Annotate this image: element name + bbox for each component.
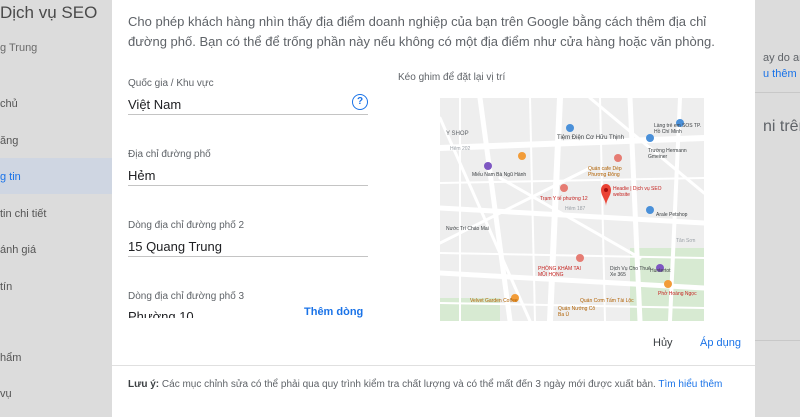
note-text: Các mục chỉnh sửa có thể phải qua quy tr… bbox=[159, 379, 659, 390]
street3-field[interactable]: Dòng địa chỉ đường phố 3 bbox=[128, 291, 368, 302]
map-place-label: Hẻm 187 bbox=[565, 206, 586, 212]
background-divider bbox=[755, 92, 800, 93]
background-right-panel: ay do anh u thêm ni trên G bbox=[755, 0, 800, 417]
learn-more-link[interactable]: Tìm hiểu thêm bbox=[658, 379, 722, 390]
map-place-label: Nước Trí Cháo Mai bbox=[446, 226, 489, 232]
map-place-label: Tân Sơn bbox=[676, 238, 696, 244]
address-dialog: Cho phép khách hàng nhìn thấy địa điểm d… bbox=[112, 0, 755, 417]
help-icon[interactable]: ? bbox=[352, 94, 368, 110]
map-place-label: Tiệm Điện Cơ Hữu Thịnh bbox=[557, 135, 624, 141]
background-right-text: ay do anh bbox=[763, 52, 800, 64]
street-label: Địa chỉ đường phố bbox=[128, 149, 211, 160]
background-divider bbox=[755, 340, 800, 341]
map-place-label: Arale Petshop bbox=[656, 212, 688, 218]
dialog-footer-note: Lưu ý: Các mục chỉnh sửa có thể phải qua… bbox=[128, 378, 728, 392]
background-business-title: Dịch vụ SEO bbox=[0, 3, 98, 22]
map-place-label: Quán Nướng Cô Ba Ù bbox=[558, 306, 596, 318]
cancel-button[interactable]: Hủy bbox=[653, 337, 673, 349]
map-place-label: Hẻm 202 bbox=[450, 146, 471, 152]
map-place-label: PHÒNG KHÁM TAI MŨI HỌNG bbox=[538, 266, 581, 278]
sidebar-item-insights[interactable]: tin chi tiết bbox=[0, 208, 46, 220]
street2-value[interactable]: 15 Quang Trung bbox=[128, 239, 222, 254]
sidebar-item-services[interactable]: vụ bbox=[0, 388, 12, 400]
map-place-label: Headie | Dịch vụ SEO website bbox=[613, 186, 662, 198]
map-hint: Kéo ghim để đặt lại vị trí bbox=[398, 72, 506, 83]
field-underline bbox=[128, 114, 368, 115]
map-place-label: Quán cafe Dèp Phương Đông bbox=[588, 166, 622, 178]
map-place-label: Dịch Vụ Cho Thuê Xe 365 bbox=[610, 266, 651, 278]
map-place-label: Làng trẻ em SOS TP. Hồ Chí Minh bbox=[654, 123, 702, 135]
map-place-label: Phở Hoàng Ngọc bbox=[658, 291, 697, 297]
background-address-snippet: g Trung bbox=[0, 42, 38, 54]
street-value[interactable]: Hẻm bbox=[128, 168, 155, 183]
sidebar-item-reviews[interactable]: ánh giá bbox=[0, 244, 36, 256]
sidebar-item-posts[interactable]: ăng bbox=[0, 135, 18, 147]
location-map[interactable]: Y SHOP Tiệm Điện Cơ Hữu Thịnh Làng trẻ e… bbox=[440, 98, 704, 321]
background-sidebar: Dịch vụ SEO g Trung chủ ăng g tin tin ch… bbox=[0, 0, 112, 417]
field-underline bbox=[128, 256, 368, 257]
sidebar-item-info[interactable]: g tin bbox=[0, 171, 21, 183]
street2-field[interactable]: Dòng địa chỉ đường phố 2 15 Quang Trung bbox=[128, 220, 368, 257]
background-right-link[interactable]: u thêm bbox=[763, 68, 797, 80]
map-place-label: Trường Hermann Gmeiner bbox=[648, 148, 687, 160]
add-line-button[interactable]: Thêm dòng bbox=[304, 306, 363, 318]
sidebar-item-messages[interactable]: tín bbox=[0, 281, 12, 293]
sidebar-item-home[interactable]: chủ bbox=[0, 98, 18, 110]
map-place-label: Y SHOP bbox=[446, 131, 469, 137]
country-value[interactable]: Việt Nam bbox=[128, 97, 181, 112]
dialog-intro-text: Cho phép khách hàng nhìn thấy địa điểm d… bbox=[128, 14, 715, 49]
map-place-label: Huntertot bbox=[650, 268, 671, 274]
dialog-divider bbox=[112, 365, 755, 366]
street-field[interactable]: Địa chỉ đường phố Hẻm bbox=[128, 149, 368, 186]
map-place-label: Trạm Y tế phường 12 bbox=[540, 196, 588, 202]
map-place-label: Quán Cơm Tấm Tài Lộc bbox=[580, 298, 634, 304]
sidebar-item-products[interactable]: hẩm bbox=[0, 352, 21, 364]
map-place-label: Miếu Nam Bà Ngũ Hành bbox=[472, 172, 527, 178]
apply-button[interactable]: Áp dụng bbox=[700, 337, 741, 349]
dialog-scroll-area[interactable]: Cho phép khách hàng nhìn thấy địa điểm d… bbox=[112, 0, 755, 362]
map-place-label: Velvet Garden Coffee bbox=[470, 298, 518, 304]
background-right-heading: ni trên G bbox=[763, 118, 800, 135]
street3-label: Dòng địa chỉ đường phố 3 bbox=[128, 291, 245, 302]
country-label: Quốc gia / Khu vực bbox=[128, 78, 214, 89]
street2-label: Dòng địa chỉ đường phố 2 bbox=[128, 220, 245, 231]
note-label: Lưu ý: bbox=[128, 379, 160, 390]
field-underline bbox=[128, 185, 368, 186]
country-field[interactable]: Quốc gia / Khu vực Việt Nam ? bbox=[128, 78, 368, 115]
